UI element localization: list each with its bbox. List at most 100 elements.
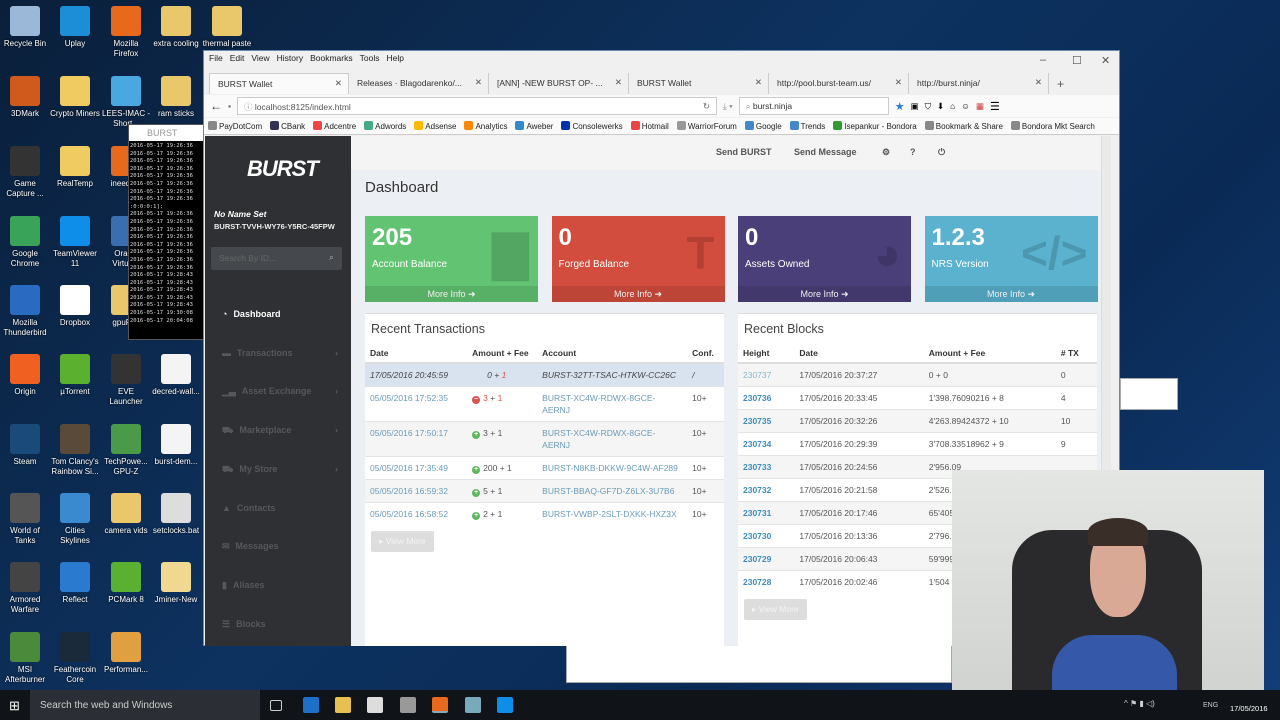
menu-item[interactable]: History [277, 53, 303, 65]
desktop-icon[interactable]: ram sticks [151, 76, 201, 119]
desktop-icon[interactable]: Tom Clancy's Rainbow Si... [50, 424, 100, 477]
firefox-icon[interactable] [432, 697, 448, 713]
sidebar-item-my-store[interactable]: ⛟ My Store › [205, 464, 351, 476]
desktop-icon[interactable]: Dropbox [50, 285, 100, 328]
bookmark-item[interactable]: PayDotCom [208, 121, 262, 131]
language-indicator[interactable]: ENG [1203, 702, 1218, 709]
browser-tab[interactable]: Releases · Blagodarenko/... ✕ [349, 73, 489, 94]
store-icon[interactable] [367, 697, 383, 713]
sidebar-item-marketplace[interactable]: ⛟ Marketplace › [205, 425, 351, 437]
desktop-icon[interactable]: Recycle Bin [0, 6, 50, 49]
block-height-link[interactable]: 230735 [738, 409, 795, 433]
desktop-icon[interactable]: decred-wall... [151, 354, 201, 397]
table-row[interactable]: 230737 17/05/2016 20:37:27 0 + 00 [738, 362, 1097, 387]
menu-icon[interactable]: ☰ [990, 100, 1000, 113]
tx-date[interactable]: 05/05/2016 17:35:49 [365, 456, 468, 480]
desktop-icon[interactable]: TechPowe... GPU-Z [101, 424, 151, 477]
more-info-link[interactable]: More Info ➜ [551, 286, 725, 302]
star-icon[interactable]: ★ [895, 100, 905, 113]
table-row[interactable]: 230736 17/05/2016 20:33:45 1'398.76090216 … [738, 386, 1097, 410]
desktop-icon[interactable]: Reflect [50, 562, 100, 605]
desktop-icon[interactable]: Mozilla Firefox [101, 6, 151, 59]
power-icon[interactable]: ⏻ [938, 147, 945, 158]
more-info-link[interactable]: More Info ➜ [924, 286, 1098, 302]
desktop-icon[interactable]: World of Tanks [0, 493, 50, 546]
browser-tab[interactable]: http://burst.ninja/ ✕ [909, 73, 1049, 94]
desktop-icon[interactable]: µTorrent [50, 354, 100, 397]
browser-tab[interactable]: BURST Wallet ✕ [209, 73, 349, 94]
desktop-icon[interactable]: Mozilla Thunderbird [0, 285, 50, 338]
downloads-icon[interactable]: ⬇ [937, 101, 944, 112]
block-height-link[interactable]: 230728 [738, 570, 795, 593]
menu-item[interactable]: Bookmarks [310, 53, 353, 65]
table-row[interactable]: 230734 17/05/2016 20:29:39 3'708.33518962 … [738, 432, 1097, 456]
desktop-icon[interactable]: 3DMark [0, 76, 50, 119]
file-explorer-icon[interactable] [335, 697, 351, 713]
download-icon[interactable]: ⤓ ▾ [723, 101, 733, 112]
desktop-icon[interactable]: Uplay [50, 6, 100, 49]
home-icon[interactable]: ⌂ [950, 101, 955, 111]
menu-item[interactable]: Help [386, 53, 403, 65]
close-tab-icon[interactable]: ✕ [755, 77, 762, 88]
tx-account[interactable]: BURST-VWBP-2SLT-DXKK-HXZ3X [537, 502, 688, 525]
pocket-icon[interactable]: ⛉ [925, 101, 931, 112]
send-message-button[interactable]: Send Message [794, 147, 857, 157]
block-height-link[interactable]: 230731 [738, 501, 795, 525]
block-height-link[interactable]: 230733 [738, 455, 795, 479]
home-icon[interactable]: ▪ [228, 101, 231, 111]
desktop-icon[interactable]: Origin [0, 354, 50, 397]
browser-tab[interactable]: BURST Wallet ✕ [629, 73, 769, 94]
app-icon[interactable] [400, 697, 416, 713]
sidebar-item-aliases[interactable]: ▮ Aliases [205, 580, 351, 591]
tx-date[interactable]: 05/05/2016 16:59:32 [365, 479, 468, 503]
bookmark-item[interactable]: WarriorForum [676, 121, 737, 131]
desktop-icon[interactable]: TeamViewer 11 [50, 216, 100, 269]
sidebar-item-messages[interactable]: ✉ Messages [205, 541, 351, 552]
close-tab-icon[interactable]: ✕ [615, 77, 622, 88]
desktop-icon[interactable]: PCMark 8 [101, 562, 151, 605]
menu-item[interactable]: Edit [230, 53, 245, 65]
desktop-icon[interactable]: Game Capture ... [0, 146, 50, 199]
desktop-icon[interactable]: Performan... [101, 632, 151, 675]
teamviewer-icon[interactable] [497, 697, 513, 713]
menu-item[interactable]: View [251, 53, 269, 65]
desktop-icon[interactable]: extra cooling [151, 6, 201, 49]
help-icon[interactable]: ? [910, 147, 916, 157]
close-tab-icon[interactable]: ✕ [895, 77, 902, 88]
bookmark-item[interactable]: Aweber [515, 121, 553, 131]
close-tab-icon[interactable]: ✕ [1035, 77, 1042, 88]
more-info-link[interactable]: More Info ➜ [365, 286, 538, 302]
block-height-link[interactable]: 230729 [738, 547, 795, 571]
tx-account[interactable]: BURST-XC4W-RDWX-8GCE-AERNJ [537, 386, 688, 422]
clock-date[interactable]: 17/05/2016 [1230, 704, 1268, 713]
background-window[interactable] [566, 645, 952, 683]
bookmark-item[interactable]: Trends [789, 121, 825, 131]
settings-icon[interactable]: ⚙ [882, 147, 890, 158]
tx-date[interactable]: 05/05/2016 17:50:17 [365, 421, 468, 457]
desktop-icon[interactable]: LEES-IMAC - Short... [101, 76, 151, 129]
chat-icon[interactable]: ☺ [961, 101, 970, 111]
table-row[interactable]: 05/05/2016 16:58:52 +2 + 1 BURST-VWBP-2SLT… [365, 502, 724, 525]
table-row[interactable]: 05/05/2016 17:35:49 +200 + 1 BURST-N8KB-DK… [365, 456, 724, 480]
sidebar-item-blocks[interactable]: ☰ Blocks [205, 619, 351, 630]
menu-item[interactable]: File [209, 53, 223, 65]
table-row[interactable]: 230735 17/05/2016 20:32:26 4'263.89424372 … [738, 409, 1097, 433]
search-input[interactable]: ⌕ burst.ninja [738, 97, 889, 115]
view-more-button[interactable]: ▸ View More [744, 599, 807, 620]
extension-icon[interactable]: ▦ [976, 101, 984, 112]
tx-account[interactable]: BURST-32TT-TSAC-HTKW-CC26C [537, 362, 688, 387]
tx-account[interactable]: BURST-N8KB-DKKW-9C4W-AF289 [537, 456, 688, 480]
new-tab-button[interactable]: + [1049, 73, 1072, 94]
bookmark-item[interactable]: Analytics [464, 121, 507, 131]
background-window[interactable] [1120, 378, 1178, 410]
bookmark-item[interactable]: Adwords [364, 121, 406, 131]
app-icon[interactable] [465, 697, 481, 713]
bookmark-item[interactable]: CBank [270, 121, 305, 131]
table-row[interactable]: 05/05/2016 17:50:17 +3 + 1 BURST-XC4W-RDWX… [365, 421, 724, 457]
browser-tab[interactable]: http://pool.burst-team.us/ ✕ [769, 73, 909, 94]
bookmark-item[interactable]: Hotmail [630, 121, 669, 131]
sidebar-item-dashboard[interactable]: ◔ Dashboard [205, 309, 351, 319]
url-bar[interactable]: ⓘ localhost:8125/index.html ↻ [237, 97, 718, 115]
tx-date[interactable]: 05/05/2016 17:52:35 [365, 386, 468, 422]
close-tab-icon[interactable]: ✕ [335, 78, 342, 89]
